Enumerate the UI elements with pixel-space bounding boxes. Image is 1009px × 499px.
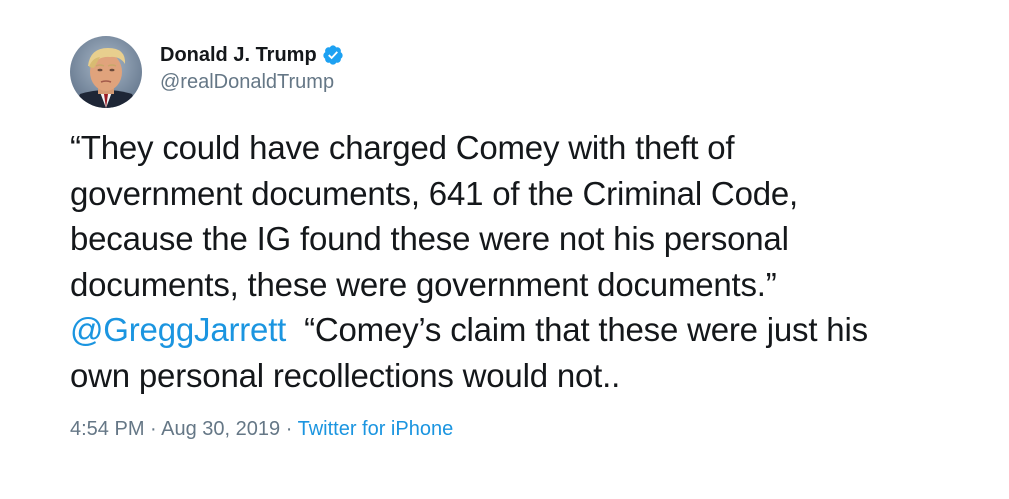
meta-separator: ·: [280, 418, 298, 440]
mention-link[interactable]: @GreggJarrett: [70, 311, 286, 348]
tweet-date[interactable]: Aug 30, 2019: [161, 418, 280, 440]
tweet-text-line: because the IG found these were not his …: [70, 220, 789, 257]
tweet-card: Donald J. Trump @realDonaldTrump “They c…: [0, 0, 1009, 499]
display-name[interactable]: Donald J. Trump: [160, 44, 317, 67]
tweet-text: “They could have charged Comey with thef…: [70, 125, 970, 398]
author-block: Donald J. Trump @realDonaldTrump: [160, 40, 344, 94]
meta-separator: ·: [144, 418, 162, 440]
tweet-text-line: government documents, 641 of the Crimina…: [70, 174, 798, 212]
tweet-text-segment: “Comey’s claim that these were just his: [286, 311, 868, 348]
tweet-text-line: documents, these were government documen…: [70, 265, 777, 303]
tweet-text-line: “They could have charged Comey with thef…: [70, 129, 735, 166]
tweet-meta: 4:54 PM · Aug 30, 2019 · Twitter for iPh…: [70, 418, 453, 441]
tweet-time[interactable]: 4:54 PM: [70, 418, 144, 440]
handle[interactable]: @realDonaldTrump: [160, 71, 344, 94]
avatar-image: [70, 36, 142, 108]
verified-badge-icon: [322, 44, 344, 66]
avatar[interactable]: [70, 36, 142, 108]
tweet-text-line-with-mention: @GreggJarrett “Comey’s claim that these …: [70, 307, 970, 353]
tweet-source-link[interactable]: Twitter for iPhone: [298, 418, 454, 440]
tweet-text-line: own personal recollections would not..: [70, 356, 621, 394]
name-row: Donald J. Trump: [160, 40, 344, 70]
